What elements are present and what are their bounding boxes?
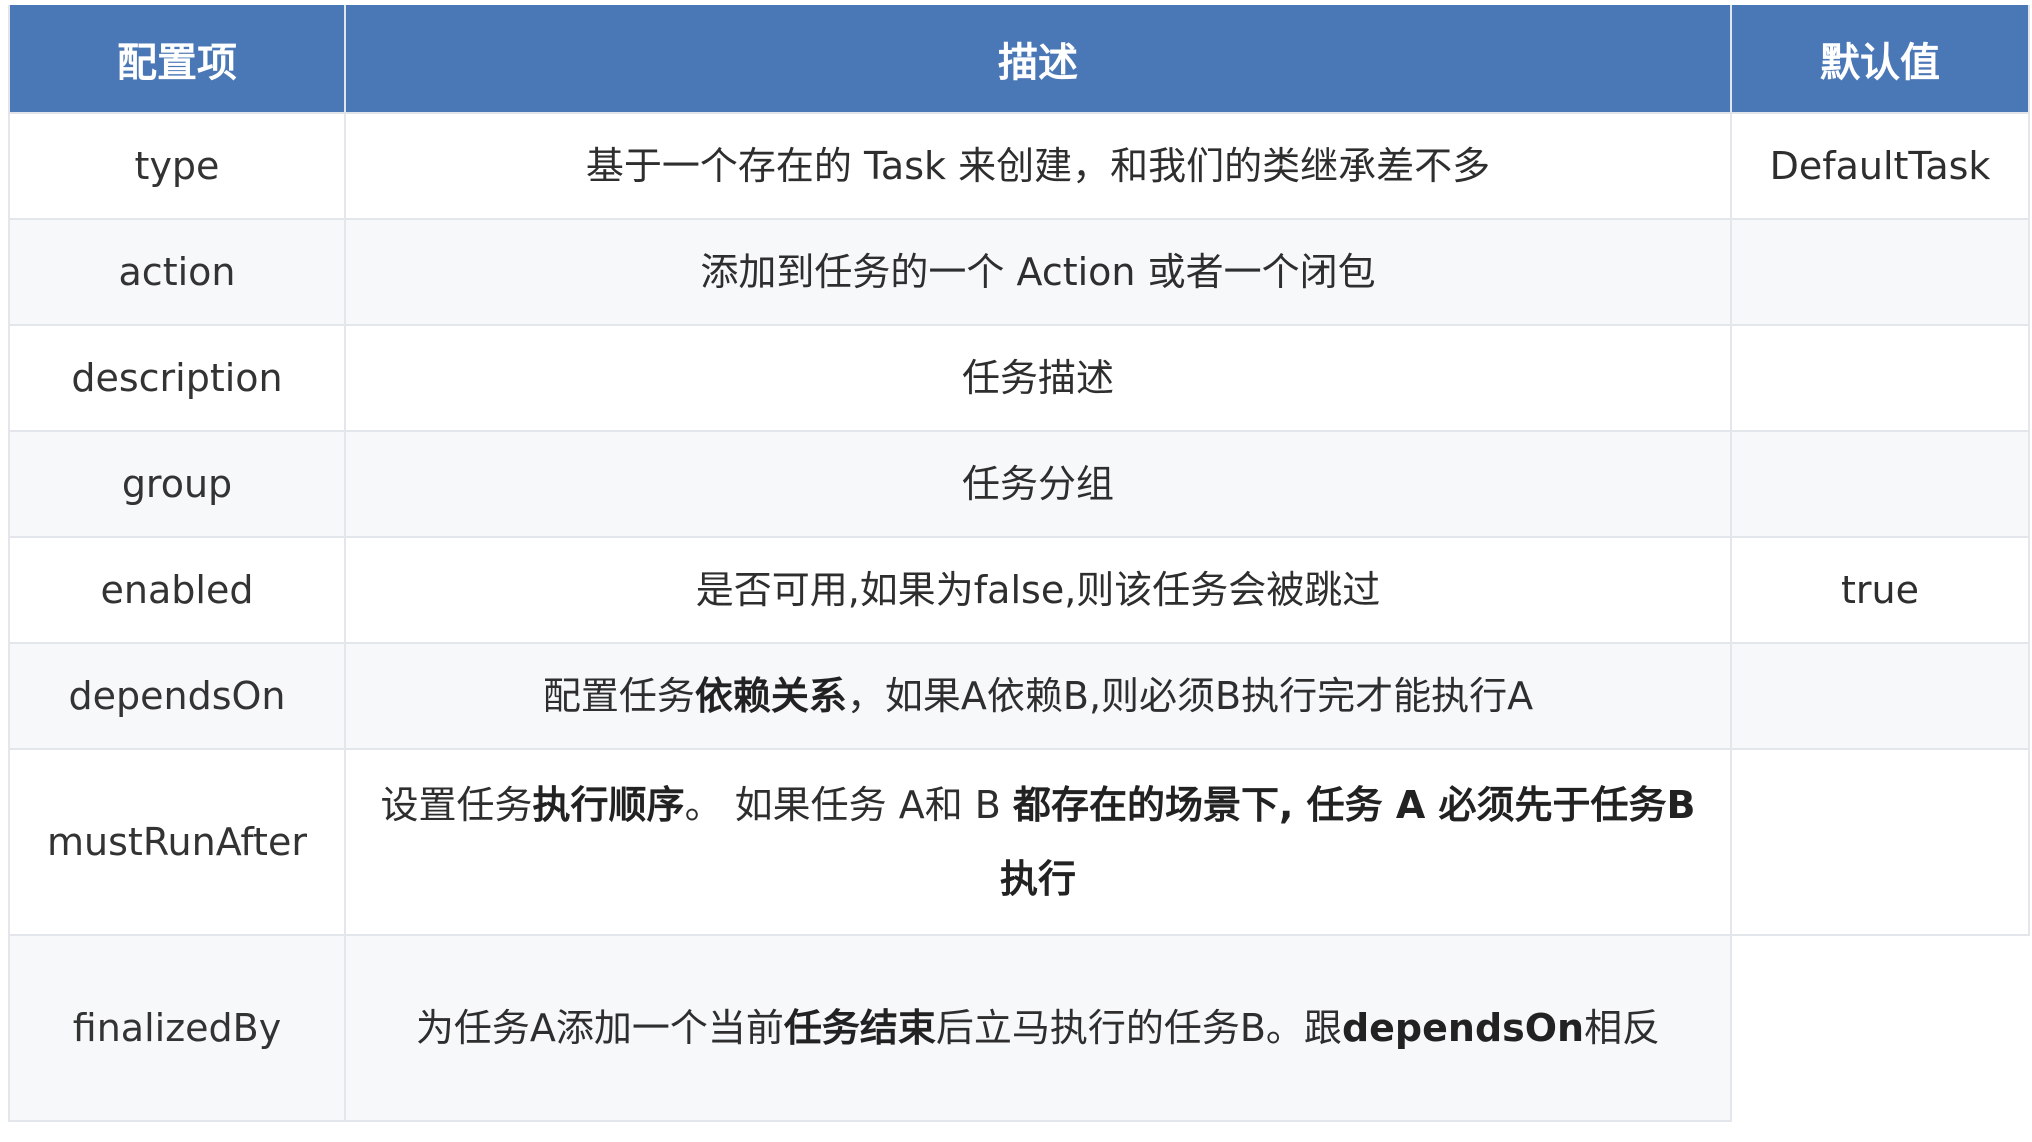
description-cell: 设置任务执行顺序。 如果任务 A和 B 都存在的场景下, 任务 A 必须先于任务… (344, 748, 1732, 936)
header-default-value: 默认值 (1730, 5, 2030, 114)
table-row: action 添加到任务的一个 Action 或者一个闭包 (8, 218, 2030, 326)
header-row: 配置项 描述 默认值 (8, 5, 2030, 114)
table-row: group 任务分组 (8, 430, 2030, 538)
header-description: 描述 (344, 5, 1732, 114)
description-text: 基于一个存在的 Task 来创建，和我们的类继承差不多 (585, 144, 1491, 188)
config-table: 配置项 描述 默认值 type 基于一个存在的 Task 来创建，和我们的类继承… (8, 5, 2030, 1122)
default-value-cell (1730, 218, 2030, 326)
description-text: 相反 (1584, 1006, 1661, 1050)
description-text: 设置任务 (380, 783, 533, 827)
description-bold-text: dependsOn (1341, 1006, 1585, 1050)
config-name-cell: type (8, 112, 346, 220)
description-text: 是否可用,如果为false,则该任务会被跳过 (695, 568, 1381, 612)
config-name-cell: finalizedBy (8, 934, 346, 1122)
table-row: finalizedBy 为任务A添加一个当前任务结束后立马执行的任务B。跟dep… (8, 934, 2030, 1122)
description-cell: 基于一个存在的 Task 来创建，和我们的类继承差不多 (344, 112, 1732, 220)
description-text: 后立马执行的任务B。跟 (935, 1006, 1342, 1050)
default-value-cell (1730, 642, 2030, 750)
description-cell: 为任务A添加一个当前任务结束后立马执行的任务B。跟dependsOn相反 (344, 934, 1732, 1122)
description-text: 为任务A添加一个当前 (415, 1006, 784, 1050)
description-text: 任务分组 (961, 462, 1114, 506)
description-text: 任务描述 (961, 356, 1114, 400)
description-bold-text: 任务结束 (783, 1006, 936, 1050)
description-cell: 任务描述 (344, 324, 1732, 432)
description-text: 配置任务 (542, 674, 695, 718)
config-name-cell: enabled (8, 536, 346, 644)
config-name-cell: mustRunAfter (8, 748, 346, 936)
description-cell: 是否可用,如果为false,则该任务会被跳过 (344, 536, 1732, 644)
default-value-cell (1730, 748, 2030, 936)
table-body: type 基于一个存在的 Task 来创建，和我们的类继承差不多 Default… (8, 112, 2030, 1122)
table-row: enabled 是否可用,如果为false,则该任务会被跳过 true (8, 536, 2030, 644)
page: 配置项 描述 默认值 type 基于一个存在的 Task 来创建，和我们的类继承… (0, 0, 2032, 1142)
description-text: ，如果A依赖B,则必须B执行完才能执行A (846, 674, 1534, 718)
description-bold-text: 依赖关系 (694, 674, 847, 718)
header-config-item: 配置项 (8, 5, 346, 114)
default-value-cell (1730, 324, 2030, 432)
default-value-cell: true (1730, 536, 2030, 644)
description-cell: 配置任务依赖关系，如果A依赖B,则必须B执行完才能执行A (344, 642, 1732, 750)
config-name-cell: dependsOn (8, 642, 346, 750)
description-bold-text: 都存在的场景下, 任务 A 必须先于任务B 执行 (999, 783, 1696, 901)
table-header: 配置项 描述 默认值 (8, 5, 2030, 114)
description-text: 。 如果任务 A和 B (684, 783, 1013, 827)
default-value-cell (1730, 430, 2030, 538)
table-row: description 任务描述 (8, 324, 2030, 432)
description-cell: 添加到任务的一个 Action 或者一个闭包 (344, 218, 1732, 326)
description-cell: 任务分组 (344, 430, 1732, 538)
default-value-cell: DefaultTask (1730, 112, 2030, 220)
config-name-cell: description (8, 324, 346, 432)
config-name-cell: action (8, 218, 346, 326)
table-row: mustRunAfter 设置任务执行顺序。 如果任务 A和 B 都存在的场景下… (8, 748, 2030, 936)
table-row: dependsOn 配置任务依赖关系，如果A依赖B,则必须B执行完才能执行A (8, 642, 2030, 750)
description-text: 添加到任务的一个 Action 或者一个闭包 (700, 250, 1376, 294)
default-value-cell (1730, 934, 2030, 1122)
config-name-cell: group (8, 430, 346, 538)
description-bold-text: 执行顺序 (532, 783, 685, 827)
table-row: type 基于一个存在的 Task 来创建，和我们的类继承差不多 Default… (8, 112, 2030, 220)
